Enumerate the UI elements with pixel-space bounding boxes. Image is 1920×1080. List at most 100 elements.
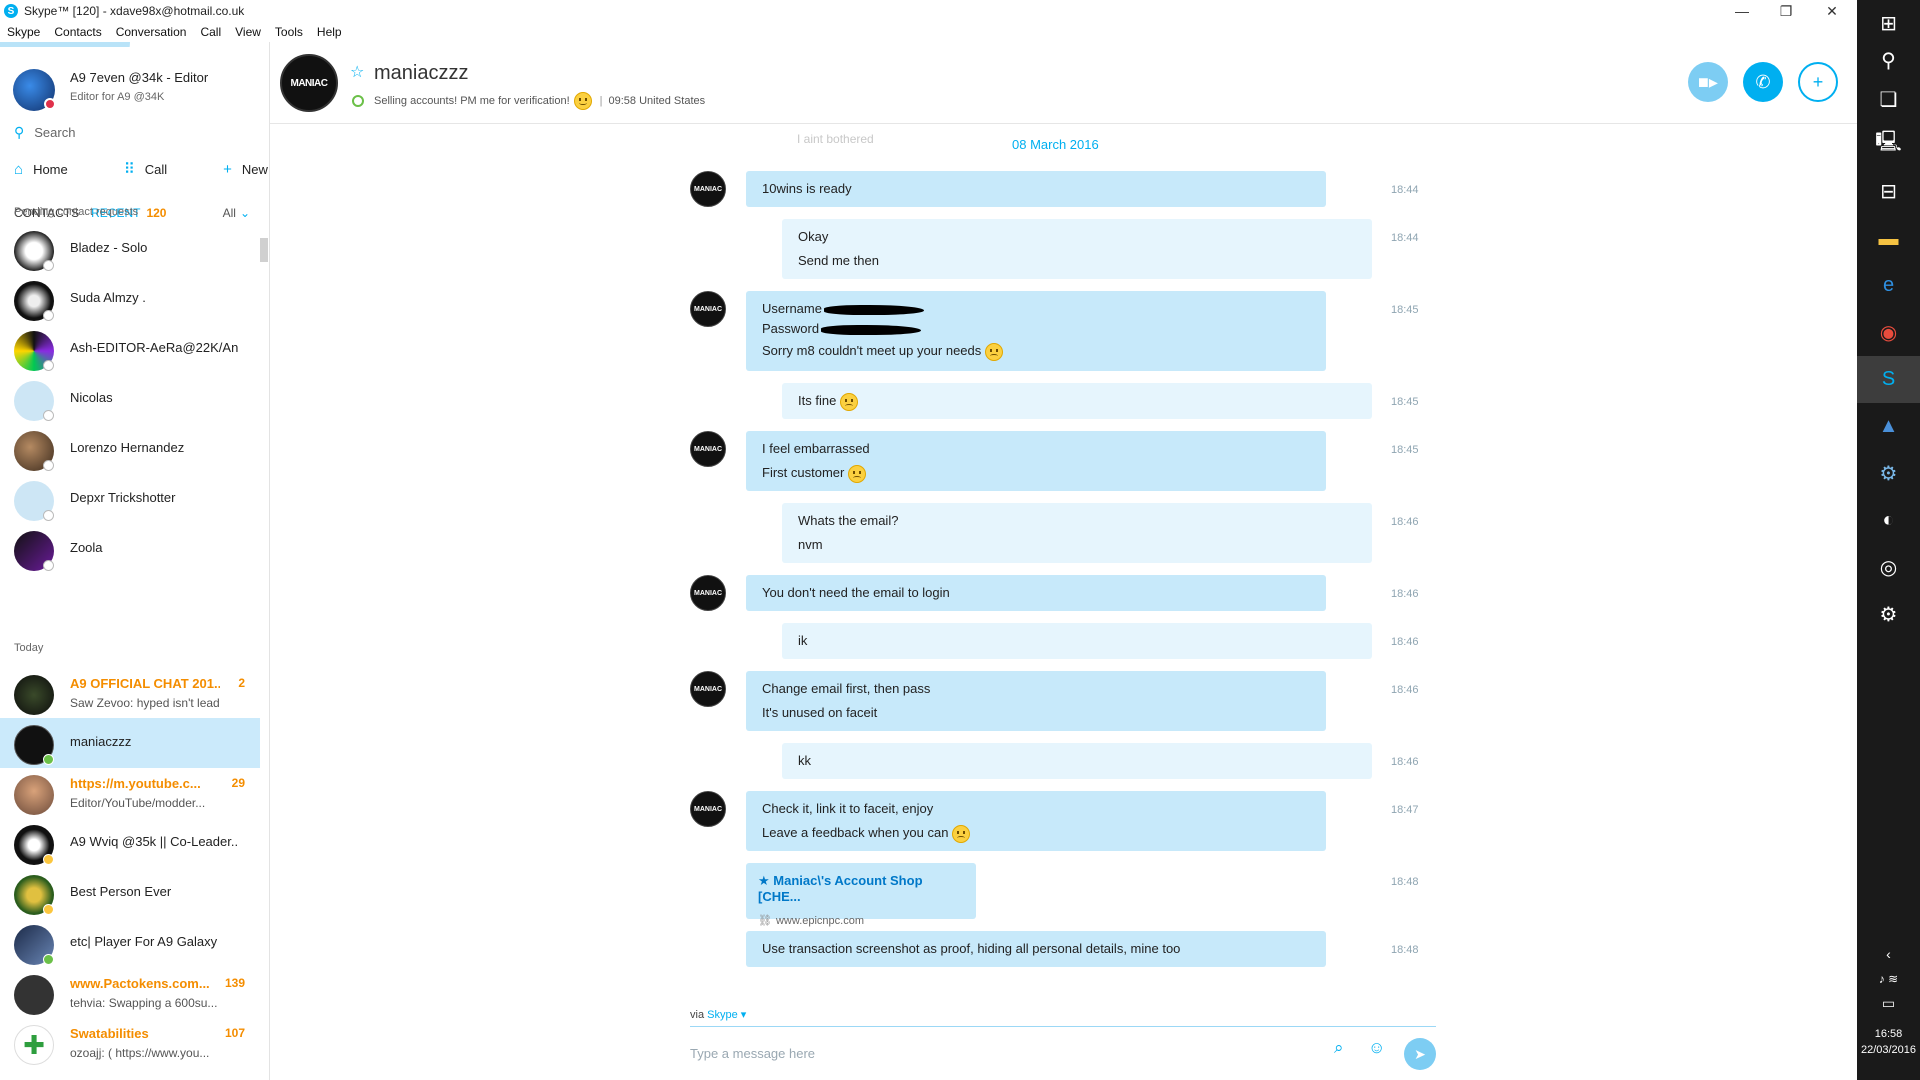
favorite-star-icon[interactable]: ☆ [350, 62, 364, 82]
link-icon: ⛓ [758, 915, 772, 927]
incoming-message[interactable]: 10wins is ready [746, 171, 1326, 207]
menu-call[interactable]: Call [200, 25, 221, 39]
new-button[interactable]: + New [223, 161, 269, 178]
contact-name: Bladez - Solo [70, 240, 148, 255]
list-item[interactable]: Bladez - Solo [0, 224, 260, 274]
audio-call-button[interactable]: ✆ [1743, 62, 1783, 102]
file-explorer-icon[interactable]: ▬ [1857, 216, 1920, 263]
store-icon[interactable]: ⊟ [1857, 168, 1920, 215]
avatar [14, 675, 54, 715]
sidebar: A9 7even @34k - Editor Editor for A9 @34… [0, 42, 270, 1080]
incoming-message[interactable]: You don't need the email to login [746, 575, 1326, 611]
do-not-disturb-status-icon [44, 98, 56, 110]
list-item[interactable]: A9 Wviq @35k || Co-Leader... [0, 818, 260, 868]
incoming-message[interactable]: Check it, link it to faceit, enjoy Leave … [746, 791, 1326, 851]
conversation-pane: I aint bothered 08 March 2016 MANIAC 10w… [270, 124, 1842, 980]
sidebar-nav: ⌂ Home ⠿ Call + New [14, 160, 269, 179]
notifications-icon[interactable]: ▭ [1857, 980, 1920, 1027]
incoming-message[interactable]: Change email first, then pass It's unused… [746, 671, 1326, 731]
maximize-button[interactable]: ❐ [1764, 0, 1808, 22]
list-item[interactable]: Zoola [0, 524, 260, 574]
emoticon-icon[interactable]: ☺ [1368, 1038, 1385, 1058]
app-icon[interactable]: ◐ [1857, 497, 1920, 544]
menu-view[interactable]: View [235, 25, 261, 39]
menu-conversation[interactable]: Conversation [116, 25, 187, 39]
computer-icon[interactable]: 🖳 [1857, 120, 1920, 167]
attachment-icon[interactable]: ⌕ [1334, 1038, 1344, 1058]
skype-logo-icon: S [4, 4, 18, 18]
message-time: 18:47 [1391, 804, 1419, 816]
outgoing-message[interactable]: Its fine [782, 383, 1372, 419]
menu-tools[interactable]: Tools [275, 25, 303, 39]
contact-last-message: tehvia: Swapping a 600su... [70, 996, 218, 1010]
add-contact-button[interactable]: + [1798, 62, 1838, 102]
outgoing-message[interactable]: ik [782, 623, 1372, 659]
task-view-icon[interactable]: ❏ [1857, 76, 1920, 123]
smile-emoticon-icon [573, 92, 592, 110]
link-title[interactable]: ★ Maniac\'s Account Shop [CHE... [758, 873, 964, 904]
menu-skype[interactable]: Skype [7, 25, 40, 39]
outgoing-message[interactable]: Whats the email? nvm [782, 503, 1372, 563]
list-item[interactable]: Depxr Trickshotter [0, 474, 260, 524]
outgoing-message[interactable]: Okay Send me then [782, 219, 1372, 279]
list-item[interactable]: Lorenzo Hernandez [0, 424, 260, 474]
incoming-message[interactable]: I feel embarrassed First customer [746, 431, 1326, 491]
send-icon: ➤ [1414, 1045, 1426, 1062]
search-box[interactable]: ⚲ Search [14, 124, 75, 141]
send-button[interactable]: ➤ [1404, 1038, 1436, 1070]
avatar[interactable]: MANIAC [690, 291, 726, 327]
video-call-button[interactable]: ■▸ [1688, 62, 1728, 102]
online-status-icon [43, 954, 54, 965]
contact-avatar[interactable]: MANIAC [280, 54, 338, 112]
pending-section-title: Pending contact requests [14, 206, 139, 218]
avatar[interactable]: MANIAC [690, 431, 726, 467]
message-text: I feel embarrassed [762, 441, 870, 456]
list-item[interactable]: A9 OFFICIAL CHAT 201... Saw Zevoo: hyped … [0, 668, 260, 718]
close-button[interactable]: ✕ [1810, 0, 1854, 22]
menu-contacts[interactable]: Contacts [54, 25, 101, 39]
message-text: You don't need the email to login [762, 585, 950, 600]
conversation-header: MANIAC ☆ maniaczzz Selling accounts! PM … [270, 42, 1857, 124]
edge-browser-icon[interactable]: e [1857, 262, 1920, 309]
list-item[interactable]: Ash-EDITOR-AeRa@22K/An... [0, 324, 260, 374]
avatar[interactable]: MANIAC [690, 171, 726, 207]
list-item[interactable]: maniaczzz [0, 718, 260, 768]
list-item[interactable]: Best Person Ever [0, 868, 260, 918]
sidebar-scrollbar[interactable] [260, 238, 268, 262]
filter-dropdown[interactable]: All ⌄ [223, 206, 250, 220]
steam-icon[interactable]: ⚙ [1857, 450, 1920, 497]
incoming-message[interactable]: Username Password Sorry m8 couldn't meet… [746, 291, 1326, 371]
message-input[interactable]: Type a message here [690, 1046, 815, 1061]
list-item[interactable]: https://m.youtube.c... Editor/YouTube/mod… [0, 768, 260, 818]
list-item[interactable]: Suda Almzy . [0, 274, 260, 324]
pending-status-icon [43, 560, 54, 571]
list-item[interactable]: etc| Player For A9 Galaxy [0, 918, 260, 968]
dialpad-icon: ⠿ [123, 161, 135, 178]
chrome-browser-icon[interactable]: ◉ [1857, 309, 1920, 356]
media-app-icon[interactable]: ◎ [1857, 544, 1920, 591]
taskbar-clock[interactable]: 16:58 22/03/2016 [1857, 1026, 1920, 1058]
search-input[interactable]: Search [34, 125, 75, 140]
avatar[interactable]: MANIAC [690, 575, 726, 611]
settings-gear-icon[interactable]: ⚙ [1857, 591, 1920, 638]
list-item[interactable]: ✚ Swatabilities ozoajj: ( https://www.you.… [0, 1018, 260, 1068]
skype-taskbar-icon[interactable]: S [1857, 356, 1920, 403]
outgoing-message[interactable]: kk [782, 743, 1372, 779]
call-button[interactable]: ⠿ Call [124, 160, 195, 178]
incoming-message[interactable]: Use transaction screenshot as proof, hid… [746, 931, 1326, 967]
avatar[interactable]: MANIAC [690, 671, 726, 707]
list-item[interactable]: Nicolas [0, 374, 260, 424]
home-button[interactable]: ⌂ Home [14, 161, 96, 178]
unread-count-badge: 2 [238, 676, 245, 690]
link-preview-card[interactable]: ★ Maniac\'s Account Shop [CHE... ⛓ www.ep… [746, 863, 976, 927]
avatar[interactable]: MANIAC [690, 791, 726, 827]
via-selector[interactable]: via Skype ▾ [690, 1008, 746, 1021]
menu-help[interactable]: Help [317, 25, 342, 39]
profile-card[interactable]: A9 7even @34k - Editor Editor for A9 @34… [0, 42, 269, 117]
add-contact-icon: + [1812, 71, 1824, 92]
list-item[interactable]: www.Pactokens.com... tehvia: Swapping a 6… [0, 968, 260, 1018]
message-time: 18:45 [1391, 444, 1419, 456]
home-icon: ⌂ [14, 160, 24, 178]
minimize-button[interactable]: — [1720, 0, 1764, 22]
photos-app-icon[interactable]: ▲ [1857, 403, 1920, 450]
